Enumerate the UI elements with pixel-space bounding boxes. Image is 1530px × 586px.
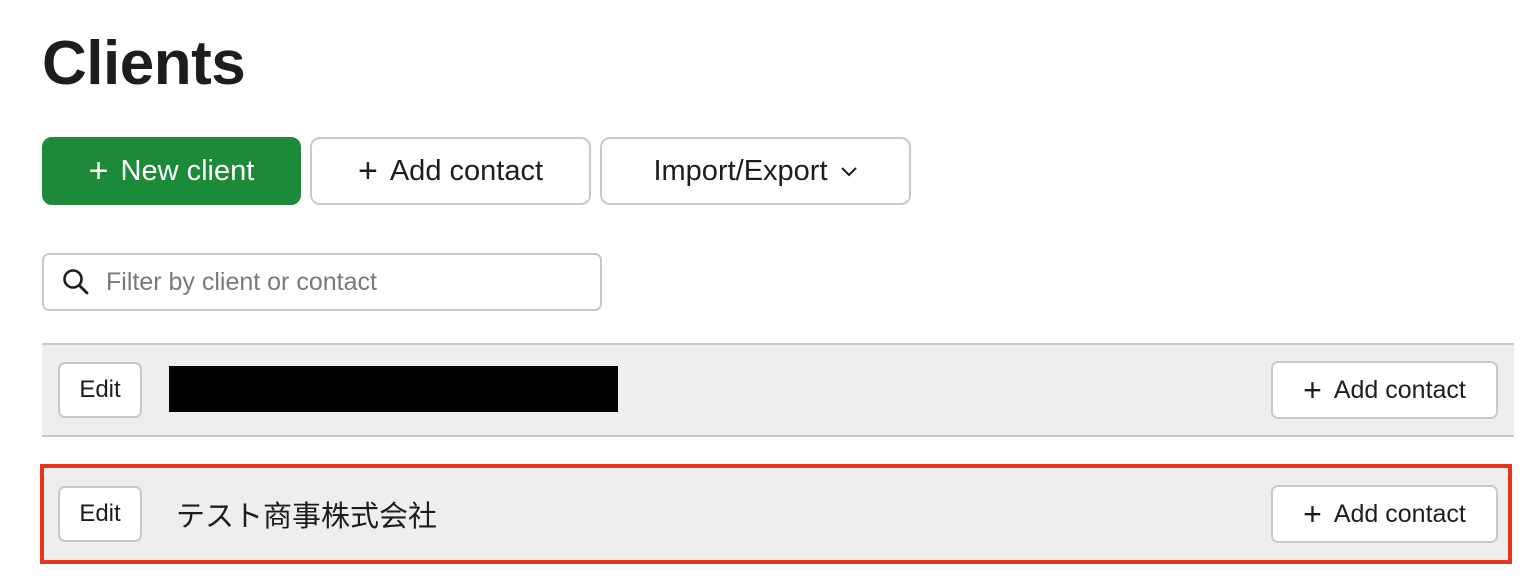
new-client-label: New client	[120, 154, 255, 187]
search-icon	[63, 269, 89, 295]
add-contact-label: Add contact	[389, 154, 543, 187]
chevron-down-icon	[840, 167, 857, 177]
search-field[interactable]	[42, 253, 602, 311]
client-name-redacted	[169, 366, 618, 412]
plus-icon: +	[1303, 496, 1322, 532]
plus-icon: +	[88, 152, 109, 190]
row-add-contact-button[interactable]: + Add contact	[1271, 361, 1498, 419]
client-row-highlighted: Edit テスト商事株式会社 + Add contact	[40, 464, 1512, 564]
add-contact-button[interactable]: + Add contact	[310, 137, 591, 205]
row-add-contact-label: Add contact	[1333, 499, 1466, 528]
search-input[interactable]	[106, 267, 566, 297]
import-export-dropdown[interactable]: Import/Export	[600, 137, 911, 205]
row-add-contact-button[interactable]: + Add contact	[1271, 485, 1498, 543]
page-title: Clients	[42, 29, 246, 98]
plus-icon: +	[1303, 372, 1322, 408]
new-client-button[interactable]: + New client	[42, 137, 301, 205]
edit-button[interactable]: Edit	[58, 486, 142, 542]
edit-button[interactable]: Edit	[58, 362, 142, 418]
toolbar: + New client + Add contact Import/Export	[42, 137, 911, 205]
client-row: Edit + Add contact	[42, 343, 1514, 437]
plus-icon: +	[357, 152, 378, 190]
client-name[interactable]: テスト商事株式会社	[176, 493, 437, 535]
import-export-label: Import/Export	[653, 154, 828, 187]
row-add-contact-label: Add contact	[1333, 375, 1466, 404]
